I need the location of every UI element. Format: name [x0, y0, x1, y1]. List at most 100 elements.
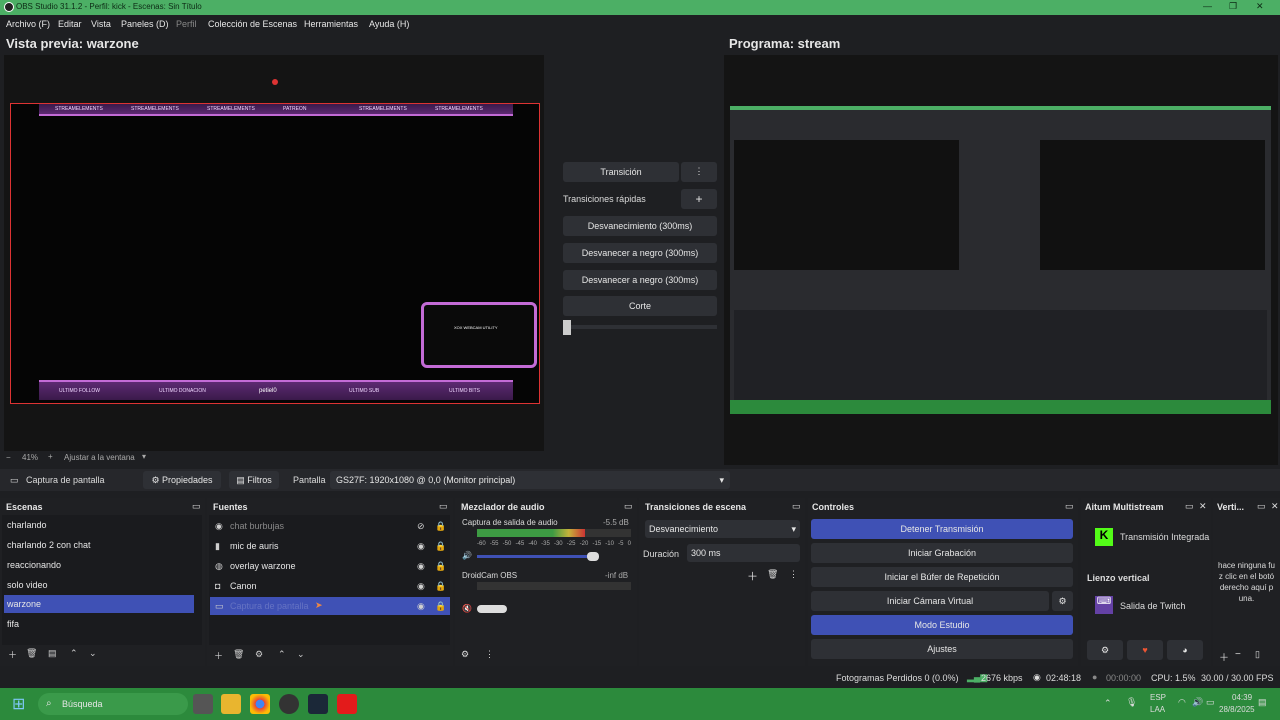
remove-icon[interactable]: −: [1235, 649, 1241, 660]
scene-item[interactable]: solo video: [4, 576, 194, 594]
trash-icon[interactable]: 🗑: [767, 569, 778, 580]
obs-taskbar-icon[interactable]: [279, 694, 299, 714]
close-icon[interactable]: ✕: [1256, 1, 1264, 12]
settings-button[interactable]: Ajustes: [811, 639, 1073, 659]
dock-float-icon[interactable]: ▭: [1257, 501, 1266, 512]
chevron-down-icon[interactable]: ▾: [142, 452, 146, 461]
gear-icon[interactable]: ⚙: [255, 649, 263, 660]
discord-icon[interactable]: ◕: [1167, 640, 1203, 660]
notification-icon[interactable]: ▤: [1258, 697, 1267, 708]
chrome-icon[interactable]: [250, 694, 270, 714]
source-item[interactable]: overlay warzone: [210, 557, 450, 575]
dock-float-icon[interactable]: ▭: [1185, 501, 1194, 512]
file-explorer-icon[interactable]: [221, 694, 241, 714]
tbar-handle[interactable]: [563, 320, 571, 335]
eye-hidden-icon[interactable]: ⊘: [417, 521, 425, 532]
eye-icon[interactable]: ◉: [417, 561, 425, 572]
menu-ayuda[interactable]: Ayuda (H): [369, 19, 409, 29]
lock-icon[interactable]: 🔒: [435, 541, 446, 552]
volume-slider[interactable]: [477, 555, 597, 558]
source-item[interactable]: chat burbujas: [210, 517, 450, 535]
heart-icon[interactable]: ♥: [1127, 640, 1163, 660]
scene-item[interactable]: fifa: [4, 615, 194, 633]
scene-item-selected[interactable]: warzone: [4, 595, 194, 613]
speaker-icon[interactable]: 🔊: [462, 551, 472, 560]
add-icon[interactable]: ＋: [1219, 649, 1229, 664]
panel-icon[interactable]: ▯: [1255, 649, 1260, 660]
quick-transition-option[interactable]: Corte: [563, 296, 717, 316]
scene-item[interactable]: reaccionando: [4, 556, 194, 574]
quick-transition-option[interactable]: Desvanecimiento (300ms): [563, 216, 717, 236]
scene-item[interactable]: charlando: [4, 516, 194, 534]
dock-float-icon[interactable]: ▭: [439, 501, 448, 512]
filters-button[interactable]: ▤ Filtros: [229, 471, 279, 489]
source-item[interactable]: Canon: [210, 577, 450, 595]
stop-stream-button[interactable]: Detener Transmisión: [811, 519, 1073, 539]
start-recording-button[interactable]: Iniciar Grabación: [811, 543, 1073, 563]
language-code[interactable]: ESP: [1150, 693, 1166, 702]
menu-vista[interactable]: Vista: [91, 19, 111, 29]
lock-icon[interactable]: 🔒: [435, 521, 446, 532]
lock-icon[interactable]: 🔒: [435, 601, 446, 612]
menu-coleccion[interactable]: Colección de Escenas: [208, 19, 297, 29]
transition-button[interactable]: Transición: [563, 162, 679, 182]
menu-herramientas[interactable]: Herramientas: [304, 19, 358, 29]
dock-float-icon[interactable]: ▭: [1065, 501, 1074, 512]
chevron-up-icon[interactable]: ⌃: [1104, 698, 1112, 709]
program-canvas[interactable]: [724, 55, 1278, 465]
trash-icon[interactable]: 🗑: [233, 649, 244, 660]
volume-slider-handle[interactable]: [477, 605, 507, 613]
eye-icon[interactable]: ◉: [417, 581, 425, 592]
eye-icon[interactable]: ◉: [417, 601, 425, 612]
menu-perfil[interactable]: Perfil: [176, 19, 197, 29]
filter-icon[interactable]: ▤: [48, 648, 57, 659]
transition-type-select[interactable]: Desvanecimiento ▾: [645, 520, 800, 538]
zoom-in-icon[interactable]: +: [48, 452, 53, 461]
gear-icon[interactable]: ⚙: [1052, 591, 1073, 611]
tbar-track[interactable]: [563, 325, 717, 329]
gear-icon[interactable]: ⚙: [1087, 640, 1123, 660]
wifi-icon[interactable]: ◠: [1178, 697, 1186, 708]
fit-window-select[interactable]: Ajustar a la ventana: [64, 453, 135, 462]
battery-icon[interactable]: ▭: [1206, 697, 1215, 708]
steam-icon[interactable]: [308, 694, 328, 714]
minimize-icon[interactable]: —: [1203, 1, 1212, 11]
volume-slider-handle[interactable]: [587, 552, 599, 561]
replay-buffer-button[interactable]: Iniciar el Búfer de Repetición: [811, 567, 1073, 587]
dock-float-icon[interactable]: ▭: [792, 501, 801, 512]
properties-button[interactable]: ⚙ Propiedades: [143, 471, 221, 489]
display-select[interactable]: GS27F: 1920x1080 @ 0,0 (Monitor principa…: [330, 471, 730, 489]
close-icon[interactable]: ✕: [1199, 501, 1207, 512]
youtube-icon[interactable]: [337, 694, 357, 714]
dock-float-icon[interactable]: ▭: [624, 501, 633, 512]
virtual-camera-button[interactable]: Iniciar Cámara Virtual: [811, 591, 1049, 611]
menu-paneles[interactable]: Paneles (D): [121, 19, 169, 29]
scene-item[interactable]: charlando 2 con chat: [4, 536, 194, 554]
menu-editar[interactable]: Editar: [58, 19, 82, 29]
quick-transition-option[interactable]: Desvanecer a negro (300ms): [563, 243, 717, 263]
more-options-icon[interactable]: ⋮: [485, 649, 494, 660]
move-down-icon[interactable]: ⌄: [89, 648, 97, 659]
maximize-icon[interactable]: ❐: [1229, 1, 1237, 12]
studio-mode-button[interactable]: Modo Estudio: [811, 615, 1073, 635]
zoom-out-icon[interactable]: −: [6, 453, 11, 462]
rotation-handle[interactable]: [272, 79, 278, 85]
dock-float-icon[interactable]: ▭: [192, 501, 201, 512]
eye-icon[interactable]: ◉: [417, 541, 425, 552]
source-item[interactable]: mic de auris: [210, 537, 450, 555]
add-icon[interactable]: ＋: [214, 649, 223, 662]
menu-archivo[interactable]: Archivo (F): [6, 19, 50, 29]
add-icon[interactable]: ＋: [747, 568, 758, 584]
move-down-icon[interactable]: ⌄: [297, 649, 305, 660]
mixer-settings-icon[interactable]: ⚙: [461, 649, 469, 660]
more-options-icon[interactable]: ⋮: [789, 569, 798, 580]
source-item-selected[interactable]: Captura de pantalla: [210, 597, 450, 615]
trash-icon[interactable]: 🗑: [26, 648, 37, 659]
quick-transition-option[interactable]: Desvanecer a negro (300ms): [563, 270, 717, 290]
volume-icon[interactable]: 🔊: [1192, 697, 1203, 708]
add-icon[interactable]: ＋: [8, 648, 17, 661]
add-transition-button[interactable]: +: [681, 189, 717, 209]
preview-canvas[interactable]: STREAMELEMENTS STREAMELEMENTS STREAMELEM…: [4, 55, 544, 451]
speaker-muted-icon[interactable]: 🔇: [462, 604, 472, 613]
lock-icon[interactable]: 🔒: [435, 581, 446, 592]
